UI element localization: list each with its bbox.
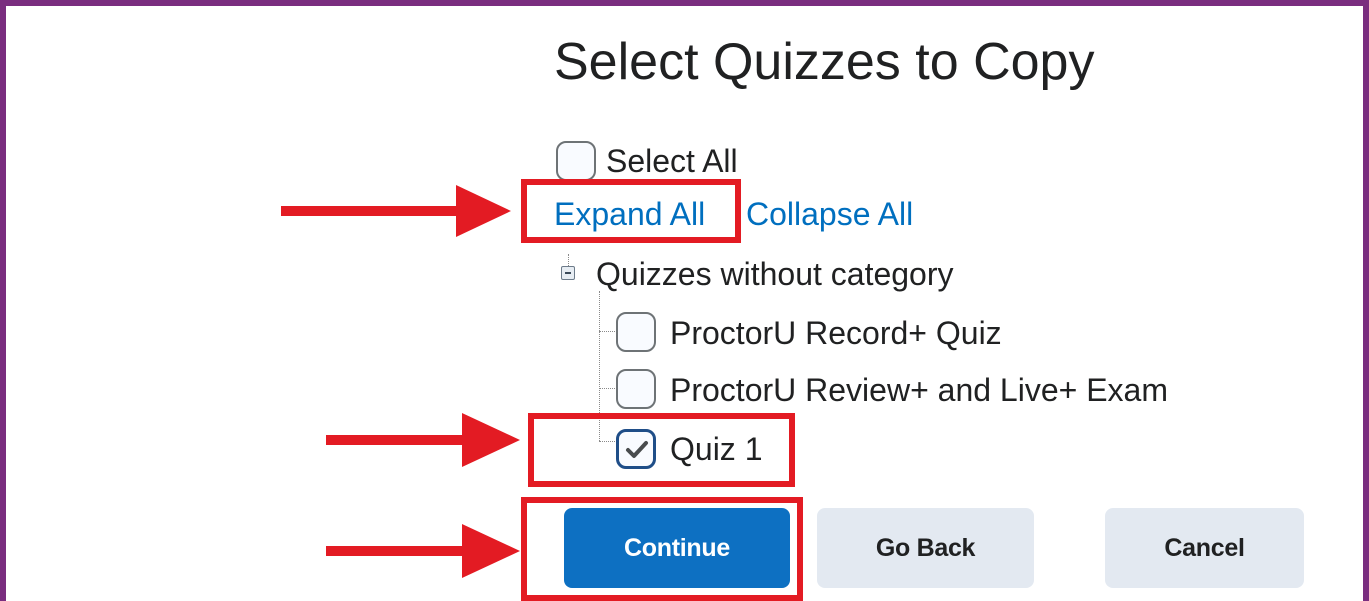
tree-connector <box>599 331 615 332</box>
continue-button[interactable]: Continue <box>564 508 790 588</box>
expand-all-link[interactable]: Expand All <box>554 198 705 230</box>
checkmark-icon <box>626 441 648 458</box>
quiz-checkbox-proctoru-record[interactable] <box>616 312 656 352</box>
page-title: Select Quizzes to Copy <box>554 33 1095 91</box>
annotation-arrow-icon <box>281 185 511 237</box>
tree-connector <box>599 441 615 442</box>
screenshot-frame: Select Quizzes to Copy Select All Expand… <box>0 0 1369 601</box>
list-item-label: ProctorU Record+ Quiz <box>670 315 1002 351</box>
select-all-checkbox[interactable] <box>556 141 596 181</box>
select-all-label: Select All <box>606 143 738 179</box>
go-back-button[interactable]: Go Back <box>817 508 1034 588</box>
quiz-checkbox-quiz-1[interactable] <box>616 429 656 469</box>
list-item-label: ProctorU Review+ and Live+ Exam <box>670 372 1168 408</box>
annotation-arrow-icon <box>326 413 520 467</box>
quiz-checkbox-proctoru-review[interactable] <box>616 369 656 409</box>
collapse-all-link[interactable]: Collapse All <box>746 198 913 230</box>
tree-category-label: Quizzes without category <box>596 256 954 292</box>
tree-connector <box>599 291 600 441</box>
list-item-label: Quiz 1 <box>670 431 763 467</box>
cancel-button[interactable]: Cancel <box>1105 508 1304 588</box>
annotation-arrow-icon <box>326 524 520 578</box>
collapse-node-icon[interactable] <box>561 266 575 280</box>
tree-connector <box>568 254 569 266</box>
tree-connector <box>599 388 615 389</box>
